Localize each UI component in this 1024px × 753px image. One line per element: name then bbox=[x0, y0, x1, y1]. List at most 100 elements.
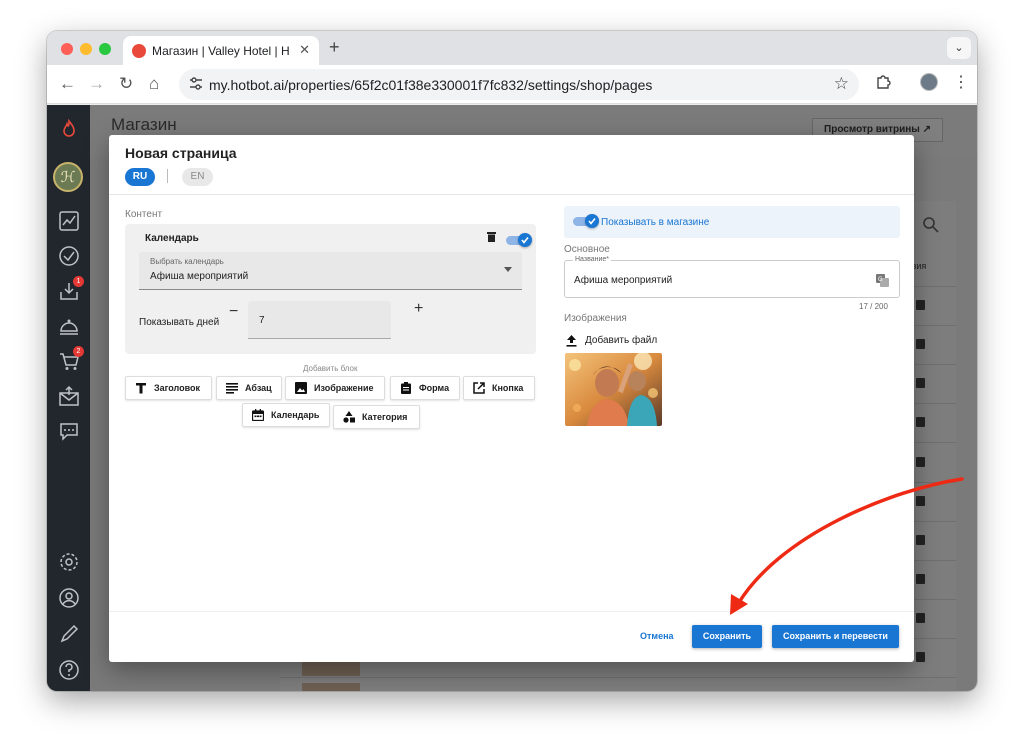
footer-divider bbox=[109, 611, 914, 612]
clipboard-form-icon bbox=[401, 382, 411, 394]
sidebar: ℋ 1 2 bbox=[47, 105, 90, 691]
calendar-block-card: Календарь Выбрать календарь Афиша меропр… bbox=[125, 224, 536, 354]
check-icon bbox=[585, 214, 599, 228]
reload-button[interactable]: ↻ bbox=[119, 74, 133, 94]
back-button[interactable]: ← bbox=[59, 74, 76, 94]
trash-icon[interactable] bbox=[916, 613, 925, 623]
forward-button[interactable]: → bbox=[88, 74, 105, 94]
table-row-divider bbox=[280, 677, 956, 678]
tab-close-icon[interactable]: ✕ bbox=[299, 42, 310, 58]
add-block-label: Добавить блок bbox=[303, 364, 358, 373]
add-paragraph-button[interactable]: Абзац bbox=[216, 376, 282, 400]
dialog-title: Новая страница bbox=[125, 145, 237, 161]
hotbot-favicon-icon bbox=[132, 44, 146, 58]
days-label: Показывать дней bbox=[139, 317, 220, 328]
profile-avatar[interactable] bbox=[920, 73, 938, 91]
calendar-select[interactable]: Выбрать календарь Афиша мероприятий bbox=[139, 252, 522, 290]
delete-block-trash-icon[interactable] bbox=[487, 232, 496, 242]
content-section-label: Контент bbox=[125, 209, 163, 220]
heading-t-icon bbox=[136, 383, 146, 394]
browser-toolbar: ← → ↻ ⌂ my.hotbot.ai/properties/65f2c01f… bbox=[47, 65, 977, 104]
maximize-window-button[interactable] bbox=[99, 43, 111, 55]
save-button[interactable]: Сохранить bbox=[692, 625, 762, 648]
trash-icon[interactable] bbox=[916, 457, 925, 467]
trash-icon[interactable] bbox=[916, 378, 925, 388]
help-question-icon[interactable] bbox=[58, 659, 80, 681]
calendar-block-toggle[interactable] bbox=[506, 233, 532, 247]
trash-icon[interactable] bbox=[916, 417, 925, 427]
minimize-window-button[interactable] bbox=[80, 43, 92, 55]
account-user-icon[interactable] bbox=[58, 587, 80, 609]
translate-icon[interactable]: G bbox=[876, 274, 889, 287]
trash-icon[interactable] bbox=[916, 574, 925, 584]
lang-tab-ru[interactable]: RU bbox=[125, 168, 155, 186]
name-char-counter: 17 / 200 bbox=[859, 302, 888, 311]
category-shapes-icon bbox=[343, 411, 355, 423]
hotel-avatar[interactable]: ℋ bbox=[53, 162, 83, 192]
edit-pencil-icon[interactable] bbox=[58, 623, 80, 645]
mail-send-icon[interactable] bbox=[58, 385, 80, 407]
inbox-badge: 1 bbox=[73, 276, 84, 287]
add-form-button[interactable]: Форма bbox=[390, 376, 460, 400]
increase-days-button[interactable]: + bbox=[414, 300, 423, 318]
show-in-shop-box[interactable]: Показывать в магазине bbox=[564, 206, 900, 238]
show-in-shop-label: Показывать в магазине bbox=[601, 217, 710, 228]
add-file-button[interactable]: Добавить файл bbox=[565, 334, 665, 348]
site-settings-icon[interactable] bbox=[189, 76, 203, 92]
home-button[interactable]: ⌂ bbox=[149, 74, 159, 94]
image-icon bbox=[295, 382, 307, 394]
bookmark-star-icon[interactable]: ☆ bbox=[834, 74, 849, 94]
calendar-select-label: Выбрать календарь bbox=[150, 257, 224, 266]
extensions-puzzle-icon[interactable] bbox=[875, 74, 891, 90]
cancel-button[interactable]: Отмена bbox=[640, 631, 674, 641]
browser-menu-icon[interactable]: ⋮ bbox=[953, 72, 969, 92]
tab-bar: Магазин | Valley Hotel | Hotbot ✕ + ⌄ bbox=[47, 31, 977, 65]
save-and-translate-button[interactable]: Сохранить и перевести bbox=[772, 625, 899, 648]
images-section-label: Изображения bbox=[564, 313, 627, 324]
show-in-shop-toggle[interactable] bbox=[573, 214, 599, 228]
add-image-button[interactable]: Изображение bbox=[285, 376, 385, 400]
trash-icon[interactable] bbox=[916, 535, 925, 545]
trash-icon[interactable] bbox=[916, 300, 925, 310]
trash-icon[interactable] bbox=[916, 496, 925, 506]
days-input[interactable]: 7 bbox=[248, 301, 391, 339]
new-page-dialog: Новая страница RU EN Контент Календарь В… bbox=[109, 135, 914, 662]
paragraph-lines-icon bbox=[226, 383, 238, 394]
close-window-button[interactable] bbox=[61, 43, 73, 55]
external-link-icon bbox=[473, 382, 485, 394]
page-title: Магазин bbox=[111, 115, 177, 134]
add-heading-button[interactable]: Заголовок bbox=[125, 376, 212, 400]
calendar-icon bbox=[252, 409, 264, 421]
dropdown-arrow-icon bbox=[504, 267, 512, 272]
concierge-bell-icon[interactable] bbox=[58, 315, 80, 337]
add-calendar-button[interactable]: Календарь bbox=[242, 403, 330, 427]
decrease-days-button[interactable]: − bbox=[229, 303, 238, 321]
page-thumbnail bbox=[302, 683, 360, 691]
search-icon[interactable] bbox=[920, 214, 942, 236]
calendar-block-title: Календарь bbox=[145, 233, 199, 244]
trash-icon[interactable] bbox=[916, 339, 925, 349]
name-field-label: Название* bbox=[573, 256, 612, 263]
tab-search-button[interactable]: ⌄ bbox=[947, 37, 971, 59]
add-category-button[interactable]: Категория bbox=[333, 405, 420, 429]
hotbot-logo-icon[interactable] bbox=[58, 118, 80, 140]
browser-tab[interactable]: Магазин | Valley Hotel | Hotbot ✕ bbox=[123, 36, 319, 65]
uploaded-image-thumbnail[interactable] bbox=[565, 353, 662, 426]
cart-badge: 2 bbox=[73, 346, 84, 357]
address-bar[interactable]: my.hotbot.ai/properties/65f2c01f38e33000… bbox=[179, 69, 859, 100]
url-text[interactable]: my.hotbot.ai/properties/65f2c01f38e33000… bbox=[209, 77, 652, 93]
add-button-button[interactable]: Кнопка bbox=[463, 376, 535, 400]
name-field[interactable]: Название* Афиша мероприятий G bbox=[564, 256, 900, 298]
days-value: 7 bbox=[259, 315, 265, 326]
chat-icon[interactable] bbox=[58, 420, 80, 442]
new-tab-button[interactable]: + bbox=[329, 37, 340, 58]
settings-gear-icon[interactable] bbox=[58, 551, 80, 573]
trash-icon[interactable] bbox=[916, 652, 925, 662]
analytics-chart-icon[interactable] bbox=[58, 210, 80, 232]
tasks-check-icon[interactable] bbox=[58, 245, 80, 267]
lang-tab-en[interactable]: EN bbox=[182, 168, 213, 186]
name-field-value: Афиша мероприятий bbox=[574, 275, 673, 286]
page-thumbnail bbox=[302, 662, 360, 676]
browser-window: Магазин | Valley Hotel | Hotbot ✕ + ⌄ ← … bbox=[47, 31, 977, 691]
header-divider bbox=[109, 194, 914, 195]
